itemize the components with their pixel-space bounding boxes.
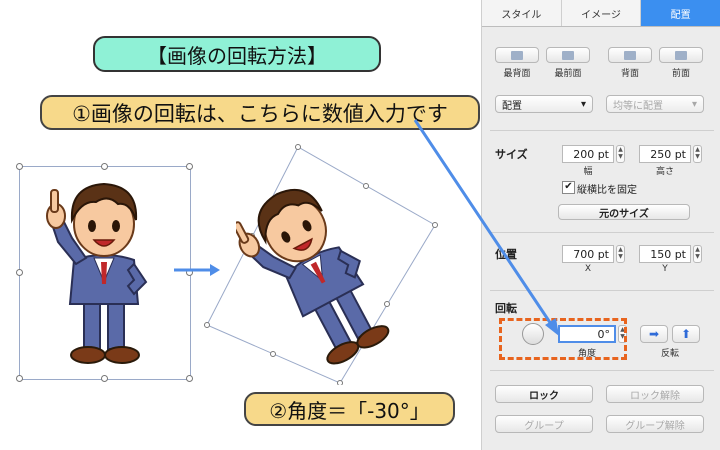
- bring-to-front-icon: [562, 50, 574, 60]
- businessman-illustration[interactable]: [34, 172, 174, 372]
- lock-aspect-checkbox[interactable]: ✔: [562, 181, 575, 194]
- selection-handle[interactable]: [186, 163, 193, 170]
- selection-handle[interactable]: [101, 163, 108, 170]
- divider: [490, 290, 714, 291]
- send-backward-button[interactable]: [608, 47, 652, 63]
- height-stepper[interactable]: ▲ ▼: [693, 145, 702, 163]
- y-label: Y: [662, 264, 668, 274]
- width-stepper[interactable]: ▲ ▼: [616, 145, 625, 163]
- tab-image[interactable]: イメージ: [561, 0, 642, 26]
- selection-handle[interactable]: [186, 375, 193, 382]
- align-dropdown-value: 配置: [502, 100, 522, 112]
- flip-vertical-icon: ⬆: [680, 327, 692, 341]
- send-to-back-icon: [511, 50, 523, 60]
- bring-to-front-button[interactable]: [546, 47, 590, 63]
- step1-callout: ①画像の回転は、こちらに数値入力です: [40, 95, 480, 130]
- businessman-illustration-rotated[interactable]: [236, 172, 396, 372]
- y-stepper[interactable]: ▲ ▼: [693, 245, 702, 263]
- bring-forward-label: 前面: [671, 69, 690, 79]
- unlock-button[interactable]: ロック解除: [606, 385, 704, 403]
- inspector-tabs: スタイル イメージ 配置: [482, 0, 720, 27]
- rotation-highlight-box: [499, 318, 627, 360]
- divider: [490, 370, 714, 371]
- divider: [490, 232, 714, 233]
- y-field[interactable]: 150 pt: [639, 245, 691, 263]
- chevron-down-icon: ▾: [580, 98, 586, 110]
- bring-to-front-label: 最前面: [554, 69, 582, 79]
- send-to-back-button[interactable]: [495, 47, 539, 63]
- tab-arrange[interactable]: 配置: [641, 0, 720, 26]
- width-label: 幅: [583, 167, 593, 177]
- bring-forward-icon: [675, 50, 687, 60]
- send-to-back-label: 最背面: [503, 69, 531, 79]
- step2-callout: ②角度＝「-30°」: [244, 392, 455, 426]
- flip-horizontal-icon: ➡: [648, 327, 660, 341]
- flip-vertical-button[interactable]: ⬆: [672, 325, 700, 343]
- rotation-section-title: 回転: [495, 302, 517, 315]
- selection-handle[interactable]: [16, 375, 23, 382]
- width-field[interactable]: 200 pt: [562, 145, 614, 163]
- height-label: 高さ: [655, 167, 674, 177]
- group-button[interactable]: グループ: [495, 415, 593, 433]
- selection-handle[interactable]: [16, 269, 23, 276]
- align-dropdown[interactable]: 配置 ▾: [495, 95, 593, 113]
- x-field[interactable]: 700 pt: [562, 245, 614, 263]
- send-backward-icon: [624, 50, 636, 60]
- distribute-dropdown[interactable]: 均等に配置 ▾: [606, 95, 704, 113]
- flip-label: 反転: [660, 349, 679, 359]
- x-label: X: [584, 264, 592, 274]
- ungroup-button[interactable]: グループ解除: [606, 415, 704, 433]
- selection-handle[interactable]: [101, 375, 108, 382]
- send-backward-label: 背面: [620, 69, 639, 79]
- bring-forward-button[interactable]: [659, 47, 703, 63]
- chevron-down-icon: ▾: [691, 98, 697, 110]
- x-stepper[interactable]: ▲ ▼: [616, 245, 625, 263]
- tab-style[interactable]: スタイル: [482, 0, 562, 26]
- lock-aspect-label: 縦横比を固定: [577, 185, 637, 196]
- divider: [490, 130, 714, 131]
- title-callout: 【画像の回転方法】: [93, 36, 381, 72]
- distribute-dropdown-value: 均等に配置: [613, 100, 663, 112]
- size-section-title: サイズ: [495, 148, 528, 161]
- original-size-button[interactable]: 元のサイズ: [558, 204, 690, 220]
- selection-handle[interactable]: [16, 163, 23, 170]
- height-field[interactable]: 250 pt: [639, 145, 691, 163]
- position-section-title: 位置: [495, 248, 517, 261]
- lock-button[interactable]: ロック: [495, 385, 593, 403]
- flip-horizontal-button[interactable]: ➡: [640, 325, 668, 343]
- inspector-panel: スタイル イメージ 配置 最背面 最前面 背面 前面 配置 ▾ 均等に配置 ▾ サイ…: [481, 0, 720, 450]
